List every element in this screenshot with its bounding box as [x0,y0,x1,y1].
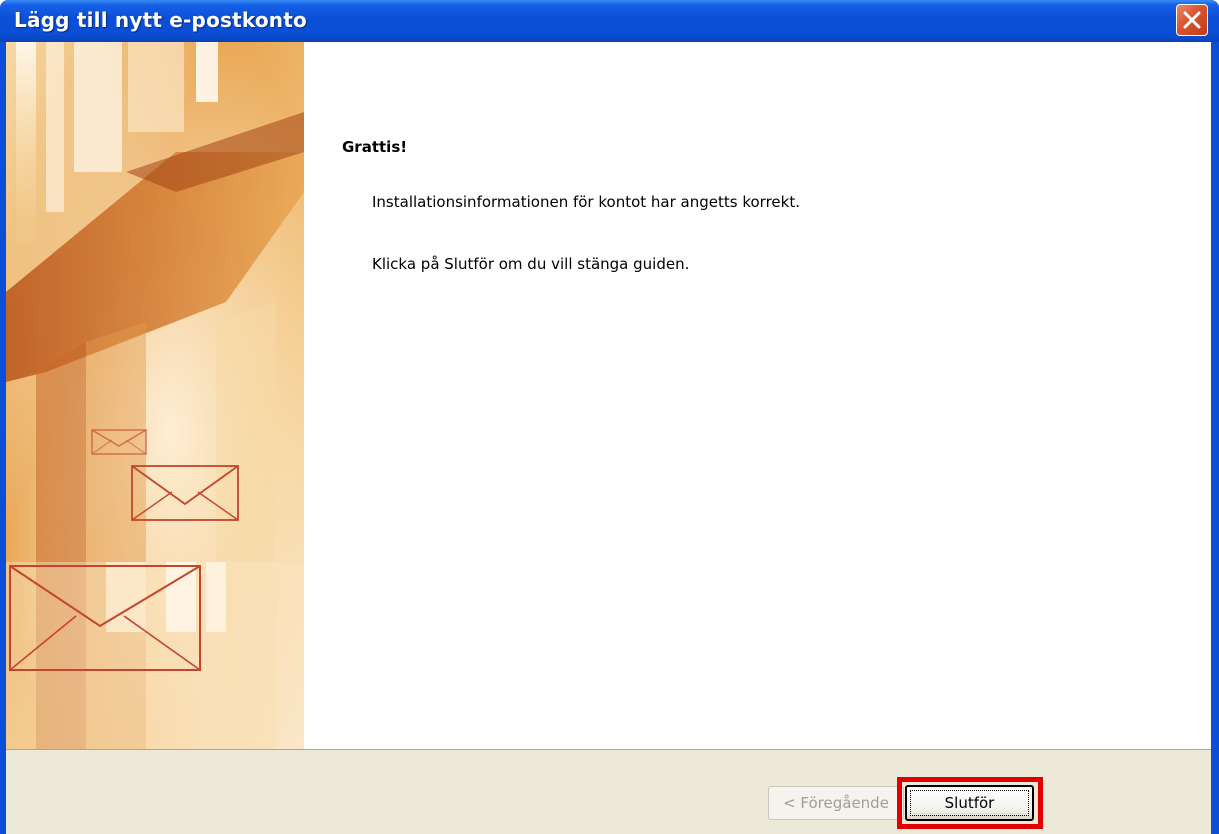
close-button[interactable] [1176,4,1208,36]
finish-button[interactable]: Slutför [905,785,1034,821]
wizard-content: Grattis! Installationsinformationen för … [304,42,1211,749]
window-frame-left [0,42,6,834]
window-title: Lägg till nytt e-postkonto [14,8,307,32]
dialog-client-area: Grattis! Installationsinformationen för … [6,42,1211,834]
window-frame-right [1211,42,1219,834]
finish-instruction-text: Klicka på Slutför om du vill stänga guid… [372,255,690,273]
focus-indicator [910,790,1029,816]
previous-button[interactable]: < Föregående [768,786,904,820]
close-icon [1183,11,1201,29]
add-email-account-dialog: Lägg till nytt e-postkonto Grattis! Inst… [0,0,1219,834]
title-bar[interactable]: Lägg till nytt e-postkonto [0,0,1219,42]
wizard-button-bar: < Föregående Slutför [6,749,1211,834]
setup-success-text: Installationsinformationen för kontot ha… [372,193,800,211]
wizard-side-illustration [6,42,304,749]
congratulations-heading: Grattis! [342,138,408,156]
